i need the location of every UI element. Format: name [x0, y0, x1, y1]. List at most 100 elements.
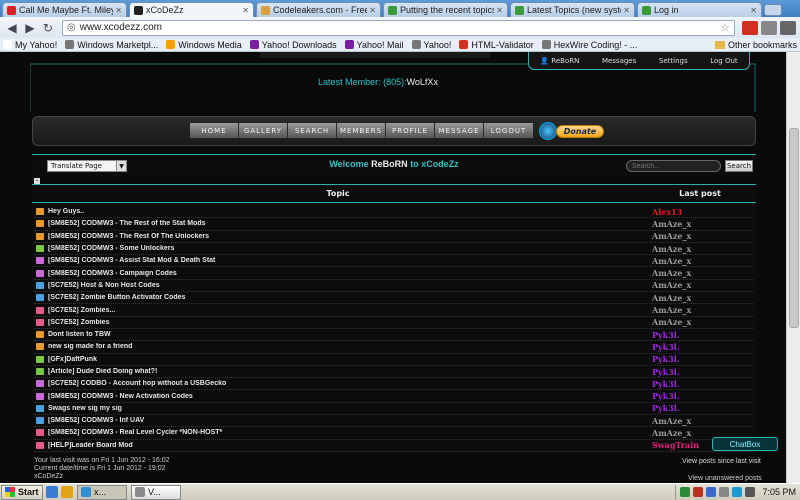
last-post-author[interactable]: AmAze_x — [652, 231, 752, 241]
topic-link[interactable]: [SM8E52] CODMW3 - New Activation Codes — [48, 393, 652, 400]
close-icon[interactable]: ✕ — [750, 6, 757, 15]
user-menu-username[interactable]: 👤 ReBoRN — [540, 57, 579, 65]
donate-button[interactable]: Donate — [556, 125, 604, 138]
nav-search-button[interactable]: SEARCH — [288, 123, 337, 138]
last-post-author[interactable]: Pyk3l. — [652, 330, 752, 340]
topic-link[interactable]: [SM8E52] CODMW3 - Inf UAV — [48, 417, 652, 424]
view-posts-link[interactable]: View posts since last visit — [682, 458, 761, 465]
extension-icon[interactable] — [742, 20, 758, 35]
quick-launch-icon[interactable] — [46, 486, 58, 498]
logout-link[interactable]: Log Out — [710, 57, 737, 65]
address-bar[interactable]: ◎ www.xcodezz.com ☆ — [62, 19, 735, 36]
bookmark-item[interactable]: Yahoo! Downloads — [249, 40, 337, 50]
clock[interactable]: 7:05 PM — [762, 487, 796, 497]
volume-icon[interactable] — [745, 487, 756, 497]
settings-link[interactable]: Settings — [659, 57, 688, 65]
close-icon[interactable]: ✕ — [115, 6, 122, 15]
last-post-author[interactable]: AmAze_x — [652, 293, 752, 303]
close-icon[interactable]: ✕ — [369, 6, 376, 15]
topic-link[interactable]: [SC7E52] Zombie Button Activator Codes — [48, 294, 652, 301]
scrollbar-thumb[interactable] — [789, 128, 799, 328]
browser-tab[interactable]: Codeleakers.com - Free ✕ — [256, 2, 381, 17]
topic-link[interactable]: Swags new sig my sig — [48, 405, 652, 412]
last-post-author[interactable]: AmAze_x — [652, 317, 752, 327]
nav-members-button[interactable]: MEMBERS — [337, 123, 386, 138]
topic-link[interactable]: [SC7E52] Host & Non Host Codes — [48, 282, 652, 289]
other-bookmarks[interactable]: Other bookmarks — [714, 40, 797, 50]
topic-link[interactable]: [SM8E52] CODMW3 - The Rest Of The Unlock… — [48, 233, 652, 240]
start-button[interactable]: Start — [1, 484, 43, 500]
bookmark-item[interactable]: HexWire Coding! - ... — [541, 40, 637, 50]
last-post-author[interactable]: Alex13 — [652, 207, 752, 217]
last-post-author[interactable]: Pyk3l. — [652, 403, 752, 413]
close-icon[interactable]: ✕ — [242, 6, 249, 15]
nav-logout-button[interactable]: LOGOUT — [484, 123, 533, 138]
back-icon[interactable]: ◀ — [4, 20, 20, 36]
topic-link[interactable]: new sig made for a friend — [48, 343, 652, 350]
last-post-author[interactable]: Pyk3l. — [652, 367, 752, 377]
last-post-author[interactable]: AmAze_x — [652, 244, 752, 254]
search-input[interactable] — [626, 160, 721, 172]
page-scrollbar[interactable] — [786, 52, 800, 483]
last-post-author[interactable]: AmAze_x — [652, 416, 752, 426]
topic-link[interactable]: [SC7E52] Zombies — [48, 319, 652, 326]
page-menu-icon[interactable] — [761, 20, 777, 35]
last-post-author[interactable]: AmAze_x — [652, 219, 752, 229]
topic-link[interactable]: [SC7E52] CODBO - Account hop without a U… — [48, 380, 652, 387]
taskbar-button[interactable]: V... — [131, 484, 181, 500]
new-tab-button[interactable] — [764, 4, 782, 16]
nav-profile-button[interactable]: PROFILE — [386, 123, 435, 138]
taskbar-button[interactable]: x... — [77, 484, 127, 500]
topic-link[interactable]: [SM8E52] CODMW3 - Campaign Codes — [48, 270, 652, 277]
topic-link[interactable]: [SM8E52] CODMW3 - Some Unlockers — [48, 245, 652, 252]
last-post-author[interactable]: AmAze_x — [652, 268, 752, 278]
topic-link[interactable]: [SM8E52] CODMW3 - Real Level Cycler *NON… — [48, 429, 652, 436]
topic-link[interactable]: [SM8E52] CODMW3 - Assist Stat Mod & Deat… — [48, 257, 652, 264]
tray-icon[interactable] — [680, 487, 691, 497]
last-post-author[interactable]: AmAze_x — [652, 305, 752, 315]
last-post-author[interactable]: Pyk3l. — [652, 342, 752, 352]
tray-icon[interactable] — [732, 487, 743, 497]
search-button[interactable]: Search — [725, 160, 753, 172]
forward-icon[interactable]: ▶ — [22, 20, 38, 36]
browser-tab[interactable]: Call Me Maybe Ft. Miley C✕ — [2, 2, 127, 17]
topic-link[interactable]: [HELP]Leader Board Mod — [48, 442, 652, 449]
wrench-icon[interactable] — [780, 20, 796, 35]
bookmark-star-icon[interactable]: ☆ — [720, 21, 730, 34]
nav-gallery-button[interactable]: GALLERY — [239, 123, 288, 138]
browser-tab[interactable]: Latest Topics (new syste ✕ — [510, 2, 635, 17]
topic-link[interactable]: [SM8E52] CODMW3 - The Rest of the Stat M… — [48, 220, 652, 227]
browser-tab[interactable]: xCoDeZz ✕ — [129, 2, 254, 17]
reload-icon[interactable]: ↻ — [40, 20, 56, 36]
tray-icon[interactable] — [693, 487, 704, 497]
last-post-author[interactable]: AmAze_x — [652, 256, 752, 266]
bookmark-item[interactable]: Windows Media — [166, 40, 242, 50]
topic-link[interactable]: Dont listen to TBW — [48, 331, 652, 338]
tray-icon[interactable] — [719, 487, 730, 497]
close-icon[interactable]: ✕ — [623, 6, 630, 15]
bookmark-item[interactable]: Yahoo! — [411, 40, 451, 50]
last-post-author[interactable]: Pyk3l. — [652, 354, 752, 364]
last-post-author[interactable]: Pyk3l. — [652, 391, 752, 401]
bookmark-item[interactable]: Windows Marketpl... — [65, 40, 158, 50]
last-post-author[interactable]: Pyk3l. — [652, 379, 752, 389]
topic-link[interactable]: [Article] Dude Died Doing what?! — [48, 368, 652, 375]
tray-icon[interactable] — [706, 487, 717, 497]
translate-select[interactable]: Translate Page ▼ — [47, 160, 127, 172]
bookmark-item[interactable]: HTML-Validator — [459, 40, 534, 50]
topic-link[interactable]: [GFx]DaftPunk — [48, 356, 652, 363]
chatbox-button[interactable]: ChatBox — [712, 437, 778, 451]
latest-member-name[interactable]: WoLfXx — [407, 77, 438, 87]
quick-launch-icon[interactable] — [61, 486, 73, 498]
browser-tab[interactable]: Putting the recent topics ✕ — [383, 2, 508, 17]
nav-message-button[interactable]: MESSAGE — [435, 123, 484, 138]
topic-link[interactable]: Hey Guys.. — [48, 208, 652, 215]
close-icon[interactable]: ✕ — [496, 6, 503, 15]
browser-tab[interactable]: Log in ✕ — [637, 2, 762, 17]
messages-link[interactable]: Messages — [602, 57, 636, 65]
last-post-author[interactable]: AmAze_x — [652, 280, 752, 290]
nav-home-button[interactable]: HOME — [190, 123, 239, 138]
topic-link[interactable]: [SC7E52] Zombies... — [48, 307, 652, 314]
bookmark-item[interactable]: My Yahoo! — [3, 40, 57, 50]
bookmark-item[interactable]: Yahoo! Mail — [344, 40, 404, 50]
